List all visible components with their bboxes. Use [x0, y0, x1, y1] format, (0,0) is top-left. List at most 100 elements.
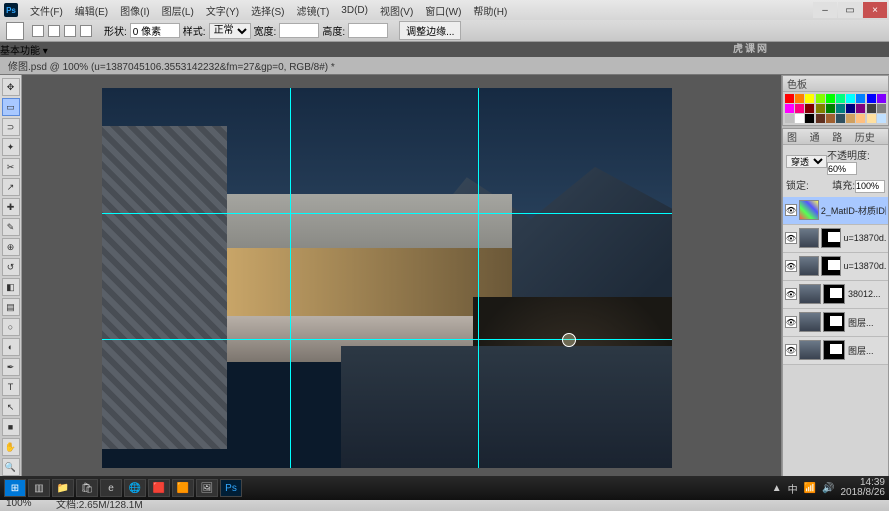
pen-tool[interactable]: ✒	[2, 358, 20, 376]
swatch[interactable]	[846, 114, 855, 123]
swatch[interactable]	[877, 114, 886, 123]
opt-check-3[interactable]	[64, 25, 76, 37]
swatch[interactable]	[856, 104, 865, 113]
opt-check-2[interactable]	[48, 25, 60, 37]
swatch[interactable]	[826, 114, 835, 123]
canvas-viewport[interactable]	[22, 75, 781, 495]
swatches-tab[interactable]: 色板	[787, 76, 807, 91]
menu-layer[interactable]: 图层(L)	[156, 3, 200, 18]
menu-help[interactable]: 帮助(H)	[467, 3, 513, 18]
swatch[interactable]	[826, 104, 835, 113]
swatch[interactable]	[816, 94, 825, 103]
tray-icon[interactable]: ▲	[772, 483, 782, 494]
swatch[interactable]	[836, 104, 845, 113]
menu-file[interactable]: 文件(F)	[24, 3, 69, 18]
layer-row[interactable]: 👁2_MatID-材质ID图	[783, 197, 888, 225]
type-tool[interactable]: T	[2, 378, 20, 396]
layer-mask-thumbnail[interactable]	[823, 340, 845, 360]
guide-vertical-1[interactable]	[290, 88, 291, 468]
start-button[interactable]: ⊞	[4, 479, 26, 497]
swatch[interactable]	[877, 104, 886, 113]
menu-filter[interactable]: 滤镜(T)	[291, 3, 336, 18]
layer-thumbnail[interactable]	[799, 284, 821, 304]
heal-tool[interactable]: ✚	[2, 198, 20, 216]
ime-indicator[interactable]: 中	[788, 481, 798, 496]
wand-tool[interactable]: ✦	[2, 138, 20, 156]
layer-mask-thumbnail[interactable]	[821, 228, 841, 248]
swatch[interactable]	[795, 94, 804, 103]
app3-button[interactable]: 🖼	[196, 479, 218, 497]
menu-view[interactable]: 视图(V)	[374, 3, 419, 18]
visibility-toggle[interactable]: 👁	[785, 204, 797, 216]
layer-row[interactable]: 👁图层...	[783, 337, 888, 365]
layer-thumbnail[interactable]	[799, 200, 819, 220]
swatch[interactable]	[846, 104, 855, 113]
swatch[interactable]	[785, 114, 794, 123]
swatch[interactable]	[826, 94, 835, 103]
swatch[interactable]	[805, 94, 814, 103]
swatch[interactable]	[867, 114, 876, 123]
menu-type[interactable]: 文字(Y)	[200, 3, 245, 18]
opacity-input[interactable]	[827, 162, 857, 175]
layer-row[interactable]: 👁38012...	[783, 281, 888, 309]
layer-mask-thumbnail[interactable]	[823, 284, 845, 304]
app1-button[interactable]: 🟥	[148, 479, 170, 497]
swatch[interactable]	[877, 94, 886, 103]
opt-check-1[interactable]	[32, 25, 44, 37]
system-tray[interactable]: ▲ 中 📶 🔊 14:39 2018/8/26	[772, 478, 885, 498]
visibility-toggle[interactable]: 👁	[785, 316, 797, 328]
zoom-tool[interactable]: 🔍	[2, 458, 20, 476]
visibility-toggle[interactable]: 👁	[785, 232, 797, 244]
document-tab[interactable]: 修图.psd @ 100% (u=1387045106.3553142232&f…	[0, 57, 889, 75]
dodge-tool[interactable]: ◐	[2, 338, 20, 356]
mode-select[interactable]: 正常	[209, 23, 251, 39]
layer-thumbnail[interactable]	[799, 256, 819, 276]
menu-image[interactable]: 图像(I)	[114, 3, 155, 18]
hand-tool[interactable]: ✋	[2, 438, 20, 456]
lasso-tool[interactable]: ⊃	[2, 118, 20, 136]
swatch[interactable]	[795, 114, 804, 123]
layer-mask-thumbnail[interactable]	[823, 312, 845, 332]
tab-layers[interactable]: 图层	[783, 129, 806, 144]
layer-mask-thumbnail[interactable]	[821, 256, 841, 276]
eyedropper-tool[interactable]: ↗	[2, 178, 20, 196]
brush-tool[interactable]: ✎	[2, 218, 20, 236]
app2-button[interactable]: 🟧	[172, 479, 194, 497]
layer-row[interactable]: 👁图层...	[783, 309, 888, 337]
layer-thumbnail[interactable]	[799, 312, 821, 332]
workspace-selector[interactable]: 基本功能 ▾	[0, 42, 889, 57]
visibility-toggle[interactable]: 👁	[785, 288, 797, 300]
swatch[interactable]	[856, 94, 865, 103]
shape-tool[interactable]: ■	[2, 418, 20, 436]
shape-input[interactable]	[130, 23, 180, 38]
swatch[interactable]	[867, 104, 876, 113]
guide-vertical-2[interactable]	[478, 88, 479, 468]
network-icon[interactable]: 📶	[804, 483, 816, 494]
refine-button[interactable]: 调整边缘...	[399, 21, 461, 40]
layer-row[interactable]: 👁u=13870d...	[783, 253, 888, 281]
layer-row[interactable]: 👁u=13870d...	[783, 225, 888, 253]
swatch[interactable]	[836, 94, 845, 103]
swatch[interactable]	[856, 114, 865, 123]
edge-button[interactable]: e	[100, 479, 122, 497]
history-brush-tool[interactable]: ↺	[2, 258, 20, 276]
tab-history[interactable]: 历史记录	[851, 129, 888, 144]
menu-window[interactable]: 窗口(W)	[419, 3, 467, 18]
stamp-tool[interactable]: ⊕	[2, 238, 20, 256]
guide-horizontal-1[interactable]	[102, 213, 672, 214]
move-tool[interactable]: ✥	[2, 78, 20, 96]
visibility-toggle[interactable]: 👁	[785, 260, 797, 272]
fill-input[interactable]	[855, 180, 885, 193]
menu-select[interactable]: 选择(S)	[245, 3, 290, 18]
window-maximize-button[interactable]: ▭	[838, 2, 862, 18]
clock[interactable]: 14:39 2018/8/26	[841, 478, 886, 498]
height-input[interactable]	[348, 23, 388, 38]
tool-preset-icon[interactable]	[6, 22, 24, 40]
swatch[interactable]	[805, 114, 814, 123]
blur-tool[interactable]: ○	[2, 318, 20, 336]
swatch[interactable]	[846, 94, 855, 103]
gradient-tool[interactable]: ▤	[2, 298, 20, 316]
swatch[interactable]	[785, 94, 794, 103]
store-button[interactable]: 🛍	[76, 479, 98, 497]
path-tool[interactable]: ↖	[2, 398, 20, 416]
